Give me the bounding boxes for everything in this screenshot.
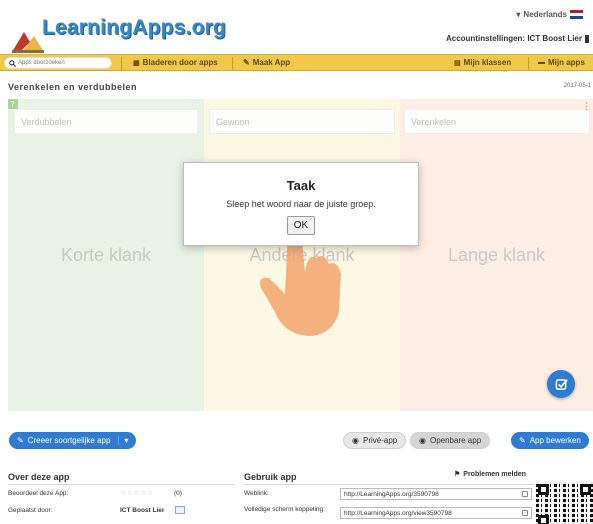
logo-mark-icon (12, 32, 44, 53)
rating-stars[interactable]: ☆☆☆☆☆ (120, 489, 154, 497)
browse-label: Bladeren door apps (142, 58, 218, 67)
eye-icon: ◉ (419, 436, 426, 445)
create-similar-app-button[interactable]: ✎ Creeer soortgelijke app ▾ (9, 432, 137, 449)
grid-icon: ▦ (133, 59, 140, 67)
main-nav: ▦ Bladeren door apps ✎ Maak App ▤ Mijn k… (0, 54, 593, 71)
rate-label: Beoordeel deze App: (8, 490, 69, 497)
weblink-label: Weblink: (244, 490, 269, 497)
edit-icon: ✎ (17, 436, 24, 445)
dutch-flag-icon (570, 10, 583, 19)
classes-icon: ▤ (454, 59, 461, 67)
create-label: Maak App (252, 58, 291, 67)
browse-apps-link[interactable]: ▦ Bladeren door apps (133, 58, 218, 67)
weblink-value: http://LearningApps.org/3590798 (344, 491, 439, 498)
page-title: Verenkelen en verdubbelen (8, 82, 138, 92)
public-label: Openbare app (429, 436, 482, 445)
about-section-title: Over deze app (8, 472, 70, 482)
search-input[interactable] (18, 60, 108, 66)
public-app-toggle[interactable]: ◉ Openbare app (410, 432, 491, 449)
flag-icon: ⚑ (454, 471, 461, 478)
divider (244, 484, 534, 485)
nav-divider (121, 57, 122, 70)
fullscreen-label: Volledige scherm koppeling: (244, 506, 325, 513)
checkmark-icon (555, 378, 568, 390)
use-app-section-title: Gebruik app (244, 472, 297, 482)
private-label: Privé-app (362, 436, 398, 445)
my-apps-link[interactable]: ▬ Mijn apps (538, 58, 585, 67)
eye-icon: ◉ (352, 436, 359, 445)
pencil-icon: ✎ (243, 58, 250, 67)
author-link[interactable]: ICT Boost Lier (120, 507, 164, 514)
qr-finder (580, 484, 591, 495)
copy-icon[interactable] (522, 510, 528, 516)
account-settings-link[interactable]: Accountinstellingen: ICT Boost Lier (446, 34, 589, 43)
weblink-field[interactable]: http://LearningApps.org/3590798 (340, 488, 532, 500)
rating-count: (0) (174, 490, 182, 497)
private-app-toggle[interactable]: ◉ Privé-app (343, 432, 407, 449)
my-apps-label: Mijn apps (548, 58, 585, 67)
copy-icon[interactable] (522, 491, 528, 497)
edit-app-label: App bewerken (529, 436, 581, 445)
folder-icon: ▬ (538, 59, 545, 66)
qr-finder (538, 484, 549, 495)
search-box[interactable] (4, 57, 112, 69)
nav-divider (232, 57, 233, 70)
fullscreen-link-value: http://LearningApps.org/view3590798 (344, 510, 452, 517)
task-dialog: Taak Sleep het woord naar de juiste groe… (183, 162, 419, 246)
fullscreen-link-field[interactable]: http://LearningApps.org/view3590798 (340, 507, 532, 519)
my-classes-link[interactable]: ▤ Mijn klassen (454, 58, 511, 67)
search-icon (9, 59, 16, 67)
divider (8, 484, 234, 485)
chevron-down-icon: ▾ (516, 10, 521, 19)
language-label: Nederlands (523, 10, 567, 19)
app-date: 2017-05-1 (563, 83, 591, 89)
chevron-down-icon: ▾ (118, 436, 128, 445)
pencil-icon: ✎ (519, 436, 526, 445)
ok-button[interactable]: OK (286, 216, 316, 235)
dialog-message: Sleep het woord naar de juiste groep. (226, 199, 376, 209)
posted-by-label: Geplaatst door: (8, 507, 53, 514)
edit-app-button[interactable]: ✎ App bewerken (511, 432, 589, 449)
app-titlebar: Verenkelen en verdubbelen 2017-05-1 (0, 80, 593, 96)
report-label: Problemen melden (463, 470, 526, 478)
report-problem-link[interactable]: ⚑ Problemen melden (454, 470, 526, 479)
check-answers-button[interactable] (547, 370, 575, 398)
learningapps-logo[interactable]: LearningApps.org (8, 6, 226, 53)
contact-card-icon[interactable] (175, 506, 185, 514)
classes-label: Mijn klassen (463, 58, 512, 67)
qr-code-image[interactable] (536, 482, 593, 524)
qr-finder (538, 515, 549, 524)
site-header: LearningApps.org ▾ Nederlands Accountins… (0, 0, 593, 54)
nav-divider (528, 57, 529, 70)
create-similar-label: Creeer soortgelijke app (27, 436, 111, 445)
create-app-link[interactable]: ✎ Maak App (243, 58, 290, 67)
logo-text: LearningApps.org (42, 16, 227, 39)
dialog-title: Taak (286, 178, 316, 193)
language-select[interactable]: ▾ Nederlands (516, 10, 583, 19)
